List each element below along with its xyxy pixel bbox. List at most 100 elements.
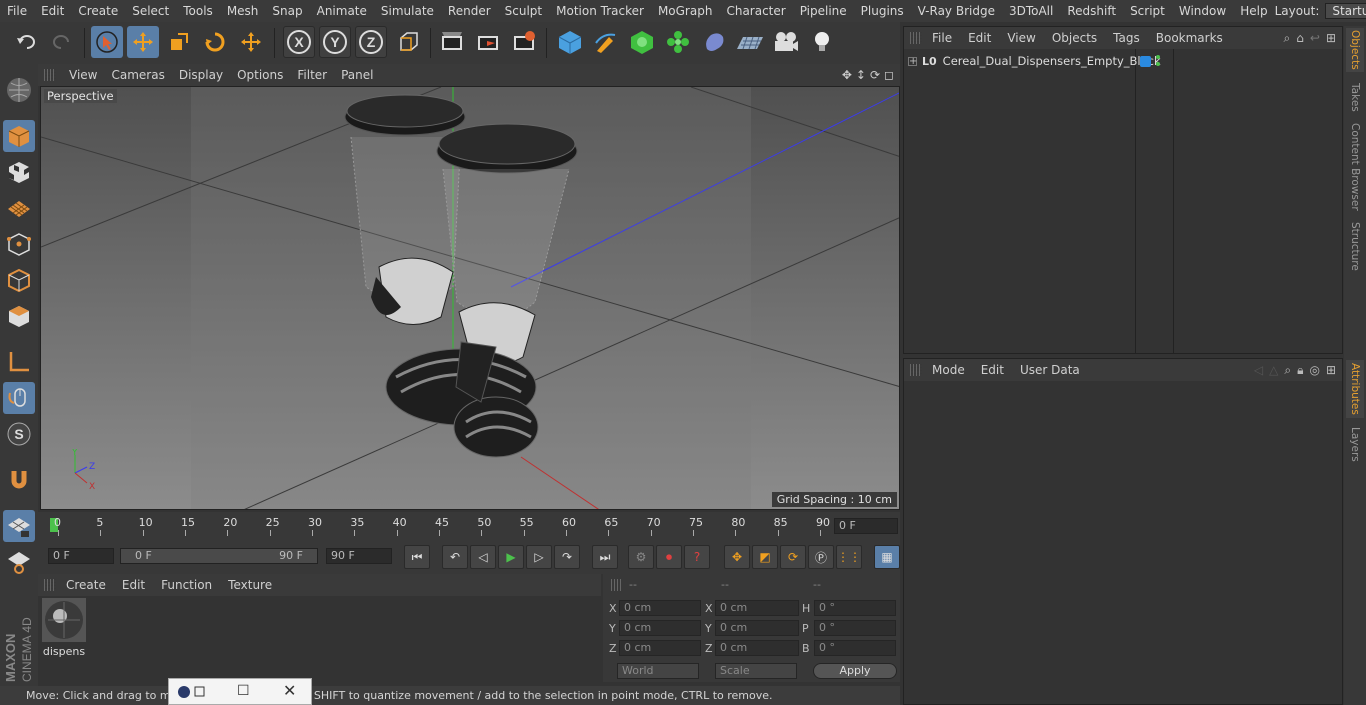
timeline-track[interactable]: 0 5 10 15 20 25 30 35 40 45 50 55 60 65 70 75 80 85 90 — [50, 516, 830, 536]
key-scale-icon[interactable]: ◩ — [752, 545, 778, 569]
axis-mode-icon[interactable] — [3, 346, 35, 378]
select-tool-icon[interactable] — [91, 26, 123, 58]
new-panel-icon[interactable]: ⊞ — [1326, 31, 1336, 45]
frame-range-slider[interactable]: 0 F 90 F — [120, 548, 318, 564]
viewport-menu-cameras[interactable]: Cameras — [104, 68, 171, 82]
start-frame-field[interactable]: 0 F — [48, 548, 114, 564]
viewport-menu-panel[interactable]: Panel — [334, 68, 380, 82]
rot-b-field[interactable]: 0 ° — [814, 640, 896, 656]
undo-icon[interactable] — [10, 26, 42, 58]
model-mode-icon[interactable] — [3, 120, 35, 152]
keyframe-selection-icon[interactable]: ? — [684, 545, 710, 569]
menu-snap[interactable]: Snap — [265, 4, 309, 18]
menu-character[interactable]: Character — [719, 4, 792, 18]
rot-h-field[interactable]: 0 ° — [814, 600, 896, 616]
timeline-layout-icon[interactable]: ▦ — [874, 545, 900, 569]
object-menu-file[interactable]: File — [924, 31, 960, 45]
pos-y-field[interactable]: 0 cm — [619, 620, 701, 636]
camera-icon[interactable] — [770, 26, 802, 58]
autokeying-icon[interactable]: ⏺ — [656, 545, 682, 569]
play-icon[interactable]: ▶ — [498, 545, 524, 569]
z-axis-lock-icon[interactable]: Z — [355, 26, 387, 58]
polygons-mode-icon[interactable] — [3, 300, 35, 332]
edges-mode-icon[interactable] — [3, 264, 35, 296]
search-icon[interactable]: ⌕ — [1284, 31, 1291, 46]
nav-back-icon[interactable]: ◁ — [1254, 363, 1263, 377]
workplane-icon[interactable] — [3, 192, 35, 224]
viewport-move-icon[interactable]: ✥ — [842, 68, 852, 82]
cube-primitive-icon[interactable] — [554, 26, 586, 58]
key-rotation-icon[interactable]: ⟳ — [780, 545, 806, 569]
search-icon[interactable]: ⌕ — [1284, 363, 1291, 378]
menu-mograph[interactable]: MoGraph — [651, 4, 720, 18]
cloner-icon[interactable] — [662, 26, 694, 58]
go-to-end-icon[interactable]: ⏭ — [592, 545, 618, 569]
menu-vray-bridge[interactable]: V-Ray Bridge — [911, 4, 1002, 18]
size-y-field[interactable]: 0 cm — [715, 620, 799, 636]
apply-button[interactable]: Apply — [813, 663, 897, 679]
expand-icon[interactable]: + — [908, 56, 917, 66]
menu-redshift[interactable]: Redshift — [1060, 4, 1123, 18]
redo-icon[interactable] — [46, 26, 78, 58]
make-editable-icon[interactable] — [3, 74, 35, 106]
record-keys-icon[interactable]: ⚙ — [628, 545, 654, 569]
render-settings-icon[interactable] — [508, 26, 540, 58]
menu-3dtoall[interactable]: 3DToAll — [1002, 4, 1060, 18]
layer-color-icon[interactable] — [1140, 56, 1151, 67]
tab-layers[interactable]: Layers — [1346, 424, 1364, 464]
solo-mode-icon[interactable]: S — [3, 418, 35, 450]
object-menu-edit[interactable]: Edit — [960, 31, 999, 45]
move-tool-icon[interactable] — [127, 26, 159, 58]
target-icon[interactable]: ◎ — [1309, 363, 1319, 377]
planar-workplane-icon[interactable] — [3, 546, 35, 578]
menu-help[interactable]: Help — [1233, 4, 1274, 18]
material-menu-function[interactable]: Function — [153, 578, 220, 592]
layout-select[interactable]: Startup — [1325, 3, 1366, 19]
coordinate-system-icon[interactable] — [393, 26, 425, 58]
viewport-rotate-icon[interactable]: ⟳ — [870, 68, 880, 82]
menu-script[interactable]: Script — [1123, 4, 1172, 18]
size-z-field[interactable]: 0 cm — [715, 640, 799, 656]
rot-p-field[interactable]: 0 ° — [814, 620, 896, 636]
coord-scale-select[interactable]: Scale — [715, 663, 797, 679]
menu-create[interactable]: Create — [71, 4, 125, 18]
home-icon[interactable]: ⌂ — [1296, 31, 1304, 45]
next-key-icon[interactable]: ↷ — [554, 545, 580, 569]
key-parameter-icon[interactable]: Ⓟ — [808, 545, 834, 569]
menu-animate[interactable]: Animate — [310, 4, 374, 18]
viewport-menu-options[interactable]: Options — [230, 68, 290, 82]
render-picture-viewer-icon[interactable] — [472, 26, 504, 58]
close-icon[interactable]: ✕ — [283, 681, 296, 700]
tab-attributes[interactable]: Attributes — [1346, 360, 1364, 418]
pos-x-field[interactable]: 0 cm — [619, 600, 701, 616]
viewport-menu-filter[interactable]: Filter — [290, 68, 334, 82]
points-mode-icon[interactable] — [3, 228, 35, 260]
maximize-icon[interactable]: ☐ — [237, 683, 250, 699]
scale-tool-icon[interactable] — [163, 26, 195, 58]
transform-tool-icon[interactable] — [235, 26, 267, 58]
attribute-menu-mode[interactable]: Mode — [924, 363, 973, 377]
previous-key-icon[interactable]: ↶ — [442, 545, 468, 569]
go-to-start-icon[interactable]: ⏮ — [404, 545, 430, 569]
editor-visibility-icon[interactable] — [1156, 55, 1160, 59]
y-axis-lock-icon[interactable]: Y — [319, 26, 351, 58]
material-menu-create[interactable]: Create — [58, 578, 114, 592]
material-menu-texture[interactable]: Texture — [220, 578, 280, 592]
object-menu-bookmarks[interactable]: Bookmarks — [1148, 31, 1231, 45]
tree-row[interactable]: + L0 Cereal_Dual_Dispensers_Empty_Black — [908, 54, 1161, 68]
menu-simulate[interactable]: Simulate — [374, 4, 441, 18]
key-position-icon[interactable]: ✥ — [724, 545, 750, 569]
menu-sculpt[interactable]: Sculpt — [498, 4, 549, 18]
back-icon[interactable]: ↩ — [1310, 31, 1320, 45]
deformer-icon[interactable] — [698, 26, 730, 58]
next-frame-icon[interactable]: ▷ — [526, 545, 552, 569]
menu-file[interactable]: File — [0, 4, 34, 18]
end-frame-field[interactable]: 90 F — [326, 548, 392, 564]
previous-frame-icon[interactable]: ◁ — [470, 545, 496, 569]
tweak-mode-icon[interactable] — [3, 382, 35, 414]
lock-icon[interactable]: 🔒︎ — [1297, 363, 1303, 378]
viewport-menu-display[interactable]: Display — [172, 68, 230, 82]
object-name[interactable]: Cereal_Dual_Dispensers_Empty_Black — [943, 54, 1161, 68]
new-panel-icon[interactable]: ⊞ — [1326, 363, 1336, 377]
x-axis-lock-icon[interactable]: X — [283, 26, 315, 58]
